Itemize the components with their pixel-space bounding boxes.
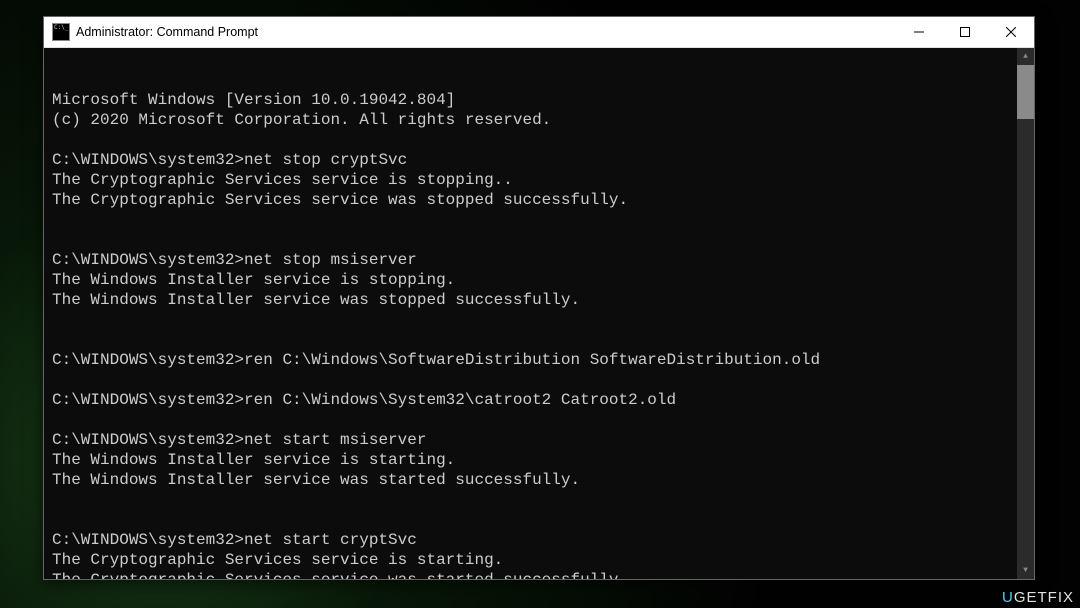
scrollbar-thumb[interactable] [1017,65,1034,119]
titlebar[interactable]: Administrator: Command Prompt [44,17,1034,48]
window-title: Administrator: Command Prompt [76,25,896,39]
cmd-icon [52,23,70,41]
close-button[interactable] [988,17,1034,47]
watermark-rest: GETFIX [1014,589,1074,606]
console-output: Microsoft Windows [Version 10.0.19042.80… [44,88,1034,579]
scrollbar-track[interactable] [1017,48,1034,579]
watermark-u: U [1002,589,1014,606]
window-controls [896,17,1034,47]
command-prompt-window: Administrator: Command Prompt Microsoft … [43,16,1035,580]
scroll-down-button[interactable]: ▼ [1017,562,1034,579]
minimize-icon [914,27,924,37]
minimize-button[interactable] [896,17,942,47]
scroll-up-button[interactable]: ▲ [1017,48,1034,65]
maximize-icon [960,27,970,37]
maximize-button[interactable] [942,17,988,47]
console-area[interactable]: Microsoft Windows [Version 10.0.19042.80… [44,48,1034,579]
close-icon [1006,27,1016,37]
watermark: UGETFIX [1002,589,1074,606]
